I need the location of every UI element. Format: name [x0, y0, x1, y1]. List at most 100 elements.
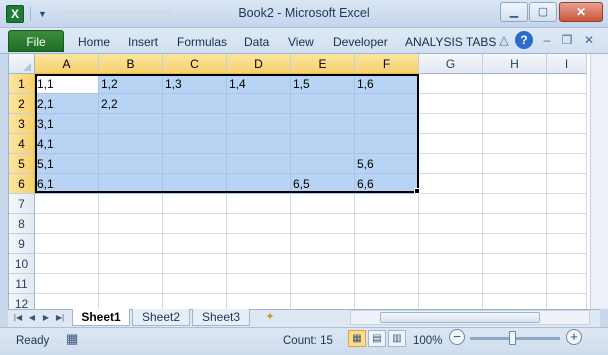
cell-b12[interactable]	[99, 294, 163, 309]
cell-c10[interactable]	[163, 254, 227, 274]
cell-i2[interactable]	[547, 94, 587, 114]
cell-a11[interactable]	[35, 274, 99, 294]
row-header-8[interactable]: 8	[9, 214, 35, 234]
cell-h5[interactable]	[483, 154, 547, 174]
first-sheet-icon[interactable]: |◀	[12, 311, 24, 325]
close-button[interactable]: ✕	[559, 2, 603, 22]
row-header-2[interactable]: 2	[9, 94, 35, 114]
tab-home[interactable]: Home	[78, 34, 110, 50]
zoom-level[interactable]: 100%	[413, 335, 442, 347]
cell-c11[interactable]	[163, 274, 227, 294]
cell-c12[interactable]	[163, 294, 227, 309]
cell-g1[interactable]	[419, 74, 483, 94]
row-header-7[interactable]: 7	[9, 194, 35, 214]
row-header-6[interactable]: 6	[9, 174, 35, 194]
cell-i8[interactable]	[547, 214, 587, 234]
cell-a10[interactable]	[35, 254, 99, 274]
cell-b8[interactable]	[99, 214, 163, 234]
cell-g8[interactable]	[419, 214, 483, 234]
cell-a9[interactable]	[35, 234, 99, 254]
row-header-5[interactable]: 5	[9, 154, 35, 174]
column-header-g[interactable]: G	[419, 54, 483, 74]
cell-c9[interactable]	[163, 234, 227, 254]
cell-d8[interactable]	[227, 214, 291, 234]
row-header-11[interactable]: 11	[9, 274, 35, 294]
row-header-3[interactable]: 3	[9, 114, 35, 134]
row-header-9[interactable]: 9	[9, 234, 35, 254]
cell-c7[interactable]	[163, 194, 227, 214]
cell-b9[interactable]	[99, 234, 163, 254]
cell-h3[interactable]	[483, 114, 547, 134]
cell-g11[interactable]	[419, 274, 483, 294]
cell-g6[interactable]	[419, 174, 483, 194]
cell-h10[interactable]	[483, 254, 547, 274]
cell-d11[interactable]	[227, 274, 291, 294]
page-layout-view-button[interactable]: ▤	[368, 330, 386, 347]
tab-developer[interactable]: Developer	[333, 34, 388, 50]
row-header-12[interactable]: 12	[9, 294, 35, 309]
cell-g7[interactable]	[419, 194, 483, 214]
cell-c8[interactable]	[163, 214, 227, 234]
row-header-1[interactable]: 1	[9, 74, 35, 94]
page-break-preview-button[interactable]: ▥	[388, 330, 406, 347]
worksheet-grid[interactable]: A B C D E F G H I 1 1,1 1,2 1,3 1,4 1,5 1,6 2 2,1 2,2 3 3,1 4…	[8, 54, 600, 309]
cell-e7[interactable]	[291, 194, 355, 214]
column-header-h[interactable]: H	[483, 54, 547, 74]
workbook-restore-icon[interactable]: ❐	[558, 31, 576, 49]
cell-g12[interactable]	[419, 294, 483, 309]
cell-f9[interactable]	[355, 234, 419, 254]
zoom-slider-thumb[interactable]	[509, 331, 516, 345]
column-header-f[interactable]: F	[355, 54, 419, 74]
cell-f8[interactable]	[355, 214, 419, 234]
cell-f12[interactable]	[355, 294, 419, 309]
column-header-a[interactable]: A	[35, 54, 99, 74]
cell-h4[interactable]	[483, 134, 547, 154]
cell-d9[interactable]	[227, 234, 291, 254]
column-header-c[interactable]: C	[163, 54, 227, 74]
sheet-tab-sheet1[interactable]: Sheet1	[72, 309, 130, 326]
cell-e9[interactable]	[291, 234, 355, 254]
cell-i4[interactable]	[547, 134, 587, 154]
fill-handle[interactable]	[414, 188, 420, 194]
cell-i12[interactable]	[547, 294, 587, 309]
tab-analysis-tabs[interactable]: ANALYSIS TABS	[405, 34, 496, 50]
zoom-out-button[interactable]: −	[449, 329, 465, 345]
last-sheet-icon[interactable]: ▶|	[54, 311, 66, 325]
cell-h6[interactable]	[483, 174, 547, 194]
select-all-corner[interactable]	[9, 54, 35, 74]
cell-e8[interactable]	[291, 214, 355, 234]
column-header-b[interactable]: B	[99, 54, 163, 74]
tab-formulas[interactable]: Formulas	[177, 34, 227, 50]
cell-i1[interactable]	[547, 74, 587, 94]
macro-record-icon[interactable]: ▦	[66, 331, 78, 347]
cell-h12[interactable]	[483, 294, 547, 309]
cell-b10[interactable]	[99, 254, 163, 274]
tab-view[interactable]: View	[288, 34, 314, 50]
cell-a7[interactable]	[35, 194, 99, 214]
row-header-10[interactable]: 10	[9, 254, 35, 274]
cell-d10[interactable]	[227, 254, 291, 274]
file-tab[interactable]: File	[8, 30, 64, 52]
cell-e12[interactable]	[291, 294, 355, 309]
cell-g4[interactable]	[419, 134, 483, 154]
zoom-in-button[interactable]: +	[566, 329, 582, 345]
cell-b11[interactable]	[99, 274, 163, 294]
cell-g10[interactable]	[419, 254, 483, 274]
cell-h8[interactable]	[483, 214, 547, 234]
workbook-minimize-icon[interactable]: –	[538, 31, 556, 49]
cell-i6[interactable]	[547, 174, 587, 194]
cell-g5[interactable]	[419, 154, 483, 174]
cell-g2[interactable]	[419, 94, 483, 114]
cell-g3[interactable]	[419, 114, 483, 134]
tab-data[interactable]: Data	[244, 34, 269, 50]
horizontal-scroll-thumb[interactable]	[380, 312, 540, 323]
cell-b7[interactable]	[99, 194, 163, 214]
cell-e11[interactable]	[291, 274, 355, 294]
vertical-scrollbar[interactable]	[590, 54, 608, 309]
column-header-d[interactable]: D	[227, 54, 291, 74]
ribbon-minimize-icon[interactable]: △	[495, 31, 513, 49]
cell-d7[interactable]	[227, 194, 291, 214]
minimize-button[interactable]: ▁	[500, 2, 528, 22]
cell-h9[interactable]	[483, 234, 547, 254]
cell-f11[interactable]	[355, 274, 419, 294]
